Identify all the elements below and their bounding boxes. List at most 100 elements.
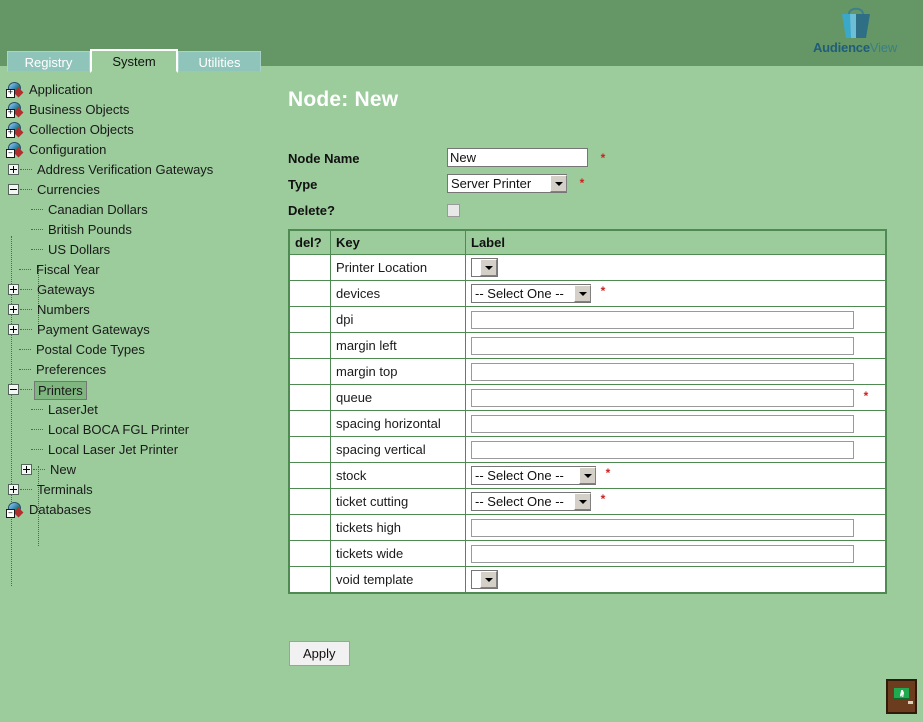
required-asterisk: * — [579, 175, 585, 190]
ticket-cutting-select-value: -- Select One -- — [475, 494, 564, 510]
apply-button[interactable]: Apply — [289, 641, 350, 666]
exit-door-icon[interactable] — [886, 679, 917, 714]
dpi-input[interactable] — [471, 310, 854, 329]
door-knob — [908, 701, 913, 704]
row-delete-cell[interactable] — [289, 384, 331, 412]
properties-table: del? Key Label Printer Location devices … — [288, 229, 887, 595]
row-value-cell — [465, 540, 886, 568]
tickets-high-input[interactable] — [471, 518, 854, 537]
row-value-cell: -- Select One -- * — [465, 462, 886, 490]
table-row: queue * — [289, 384, 886, 412]
tree-item-fiscal-year[interactable]: Fiscal Year — [0, 260, 276, 280]
chevron-down-icon — [550, 175, 567, 192]
required-asterisk: * — [600, 284, 606, 298]
stock-select[interactable]: -- Select One -- — [471, 466, 596, 486]
expand-plus-icon[interactable] — [8, 164, 19, 175]
tab-registry[interactable]: Registry — [7, 51, 90, 72]
tab-utilities[interactable]: Utilities — [178, 51, 261, 72]
required-asterisk: * — [600, 151, 606, 165]
globe-minus-icon: – — [6, 502, 24, 518]
devices-select[interactable]: -- Select One -- — [471, 284, 591, 304]
tree-item-local-boca-fgl-printer[interactable]: Local BOCA FGL Printer — [0, 420, 276, 440]
main-tabs: Registry System Utilities — [7, 49, 261, 73]
table-row: margin left — [289, 332, 886, 360]
ticket-cutting-select[interactable]: -- Select One -- — [471, 492, 591, 512]
spacing-vertical-input[interactable] — [471, 440, 854, 459]
shopping-bag-icon — [842, 7, 870, 38]
tree-item-label: Gateways — [37, 282, 95, 297]
expand-plus-icon[interactable] — [8, 484, 19, 495]
tree-item-canadian-dollars[interactable]: Canadian Dollars — [0, 200, 276, 220]
tree-item-business-objects[interactable]: + Business Objects — [0, 100, 276, 120]
table-row: void template — [289, 566, 886, 594]
table-row: spacing vertical — [289, 436, 886, 464]
tree-item-label: Business Objects — [29, 102, 130, 117]
row-key: tickets wide — [330, 540, 466, 568]
expand-plus-icon[interactable] — [8, 304, 19, 315]
printer-location-select[interactable] — [471, 258, 498, 277]
collapse-minus-icon[interactable] — [8, 184, 19, 195]
tree-item-databases[interactable]: – Databases — [0, 500, 276, 520]
tree-item-label: US Dollars — [48, 242, 111, 257]
tree-item-postal-code-types[interactable]: Postal Code Types — [0, 340, 276, 360]
tree-item-british-pounds[interactable]: British Pounds — [0, 220, 276, 240]
tree-item-label: Databases — [29, 502, 92, 517]
node-name-input[interactable] — [447, 148, 588, 167]
row-delete-cell[interactable] — [289, 462, 331, 490]
tree-item-numbers[interactable]: Numbers — [0, 300, 276, 320]
tree-item-payment-gateways[interactable]: Payment Gateways — [0, 320, 276, 340]
row-key: stock — [330, 462, 466, 490]
row-value-cell — [465, 254, 886, 281]
row-delete-cell[interactable] — [289, 566, 331, 594]
row-delete-cell[interactable] — [289, 488, 331, 516]
stock-select-value: -- Select One -- — [475, 468, 564, 484]
navigation-tree: + Application + Business Objects + Collecti… — [0, 80, 276, 520]
tree-item-new[interactable]: New — [0, 460, 276, 480]
tree-item-us-dollars[interactable]: US Dollars — [0, 240, 276, 260]
tab-system[interactable]: System — [90, 49, 178, 73]
row-delete-cell[interactable] — [289, 332, 331, 360]
delete-checkbox[interactable] — [447, 204, 460, 217]
tree-item-label: Currencies — [37, 182, 100, 197]
row-delete-cell[interactable] — [289, 358, 331, 386]
tree-item-currencies[interactable]: Currencies — [0, 180, 276, 200]
void-template-select[interactable] — [471, 570, 498, 590]
type-select[interactable]: Server Printer — [447, 174, 567, 193]
tree-item-preferences[interactable]: Preferences — [0, 360, 276, 380]
row-delete-cell[interactable] — [289, 279, 331, 308]
queue-input[interactable] — [471, 388, 854, 407]
row-delete-cell[interactable] — [289, 436, 331, 464]
row-delete-cell[interactable] — [289, 306, 331, 334]
tree-item-gateways[interactable]: Gateways — [0, 280, 276, 300]
tree-item-local-laser-jet-printer[interactable]: Local Laser Jet Printer — [0, 440, 276, 460]
row-delete-cell[interactable] — [289, 514, 331, 542]
tree-item-label: Local BOCA FGL Printer — [48, 422, 190, 437]
expand-plus-icon[interactable] — [8, 284, 19, 295]
margin-top-input[interactable] — [471, 362, 854, 381]
tree-item-printers[interactable]: Printers — [0, 380, 276, 401]
form-row-node-name: Node Name * — [288, 148, 888, 174]
chevron-down-icon — [480, 571, 497, 589]
spacing-horizontal-input[interactable] — [471, 414, 854, 433]
tree-item-collection-objects[interactable]: + Collection Objects — [0, 120, 276, 140]
tree-item-laserjet[interactable]: LaserJet — [0, 400, 276, 420]
expand-plus-icon[interactable] — [8, 324, 19, 335]
margin-left-input[interactable] — [471, 336, 854, 355]
tree-item-terminals[interactable]: Terminals — [0, 480, 276, 500]
row-delete-cell[interactable] — [289, 540, 331, 568]
row-key: spacing horizontal — [330, 410, 466, 438]
row-delete-cell[interactable] — [289, 410, 331, 438]
expand-plus-icon[interactable] — [21, 464, 32, 475]
column-header-del: del? — [289, 230, 331, 255]
tree-item-label: Address Verification Gateways — [37, 162, 214, 177]
type-select-value: Server Printer — [451, 176, 532, 191]
row-delete-cell[interactable] — [289, 254, 331, 281]
logo-wordmark: AudienceView — [799, 40, 911, 55]
chevron-down-icon — [579, 467, 596, 485]
collapse-minus-icon[interactable] — [8, 384, 19, 395]
tree-item-application[interactable]: + Application — [0, 80, 276, 100]
tree-item-address-verification-gateways[interactable]: Address Verification Gateways — [0, 160, 276, 180]
tree-item-configuration[interactable]: – Configuration — [0, 140, 276, 160]
tickets-wide-input[interactable] — [471, 544, 854, 563]
type-label: Type — [288, 177, 318, 192]
